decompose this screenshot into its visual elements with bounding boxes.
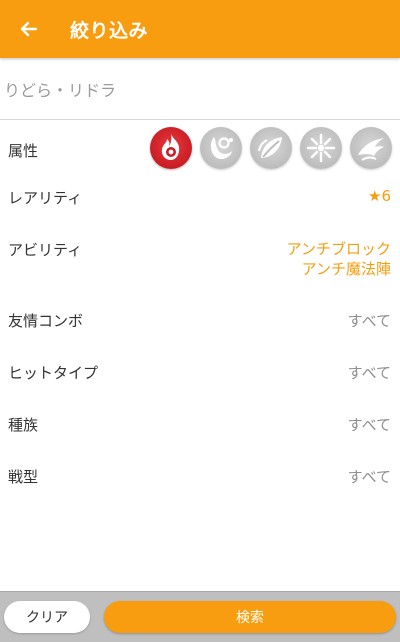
friendship-combo-label: 友情コンボ	[8, 312, 84, 330]
rarity-label: レアリティ	[8, 189, 83, 207]
race-label: 種族	[8, 416, 39, 434]
dark-element-button[interactable]	[350, 127, 392, 169]
race-value[interactable]: すべて	[348, 414, 391, 435]
hit-type-value[interactable]: すべて	[348, 362, 391, 383]
rarity-value[interactable]: ★6	[368, 187, 391, 205]
hit-type-label: ヒットタイプ	[8, 364, 99, 382]
water-element-icon	[210, 137, 233, 160]
search-button[interactable]: 検索	[104, 601, 396, 633]
dark-element-icon	[358, 138, 384, 161]
ability-value-line: アンチブロック	[286, 240, 391, 258]
light-element-icon	[306, 133, 336, 163]
light-element-button[interactable]	[300, 127, 342, 169]
friendship-combo-value[interactable]: すべて	[348, 310, 391, 331]
ability-value-line: アンチ魔法陣	[301, 260, 391, 278]
back-button[interactable]	[14, 14, 44, 44]
bottom-action-bar: クリア 検索	[0, 591, 400, 642]
attribute-label: 属性	[8, 142, 39, 160]
clear-button[interactable]: クリア	[4, 601, 90, 633]
battle-type-value[interactable]: すべて	[348, 466, 391, 487]
top-app-bar: 絞り込み	[0, 0, 400, 58]
fire-element-button[interactable]	[150, 127, 192, 169]
search-input[interactable]	[4, 74, 384, 104]
ability-label: アビリティ	[8, 241, 83, 259]
arrow-left-icon	[20, 21, 38, 37]
water-element-button[interactable]	[200, 127, 242, 169]
wood-element-button[interactable]	[250, 127, 292, 169]
search-area	[0, 58, 400, 120]
wood-element-icon	[258, 137, 282, 158]
fire-element-icon	[161, 134, 180, 160]
page-title: 絞り込み	[70, 20, 149, 42]
element-icon-group	[150, 127, 392, 171]
battle-type-label: 戦型	[8, 468, 39, 486]
ability-value[interactable]: アンチブロック アンチ魔法陣	[287, 239, 391, 279]
